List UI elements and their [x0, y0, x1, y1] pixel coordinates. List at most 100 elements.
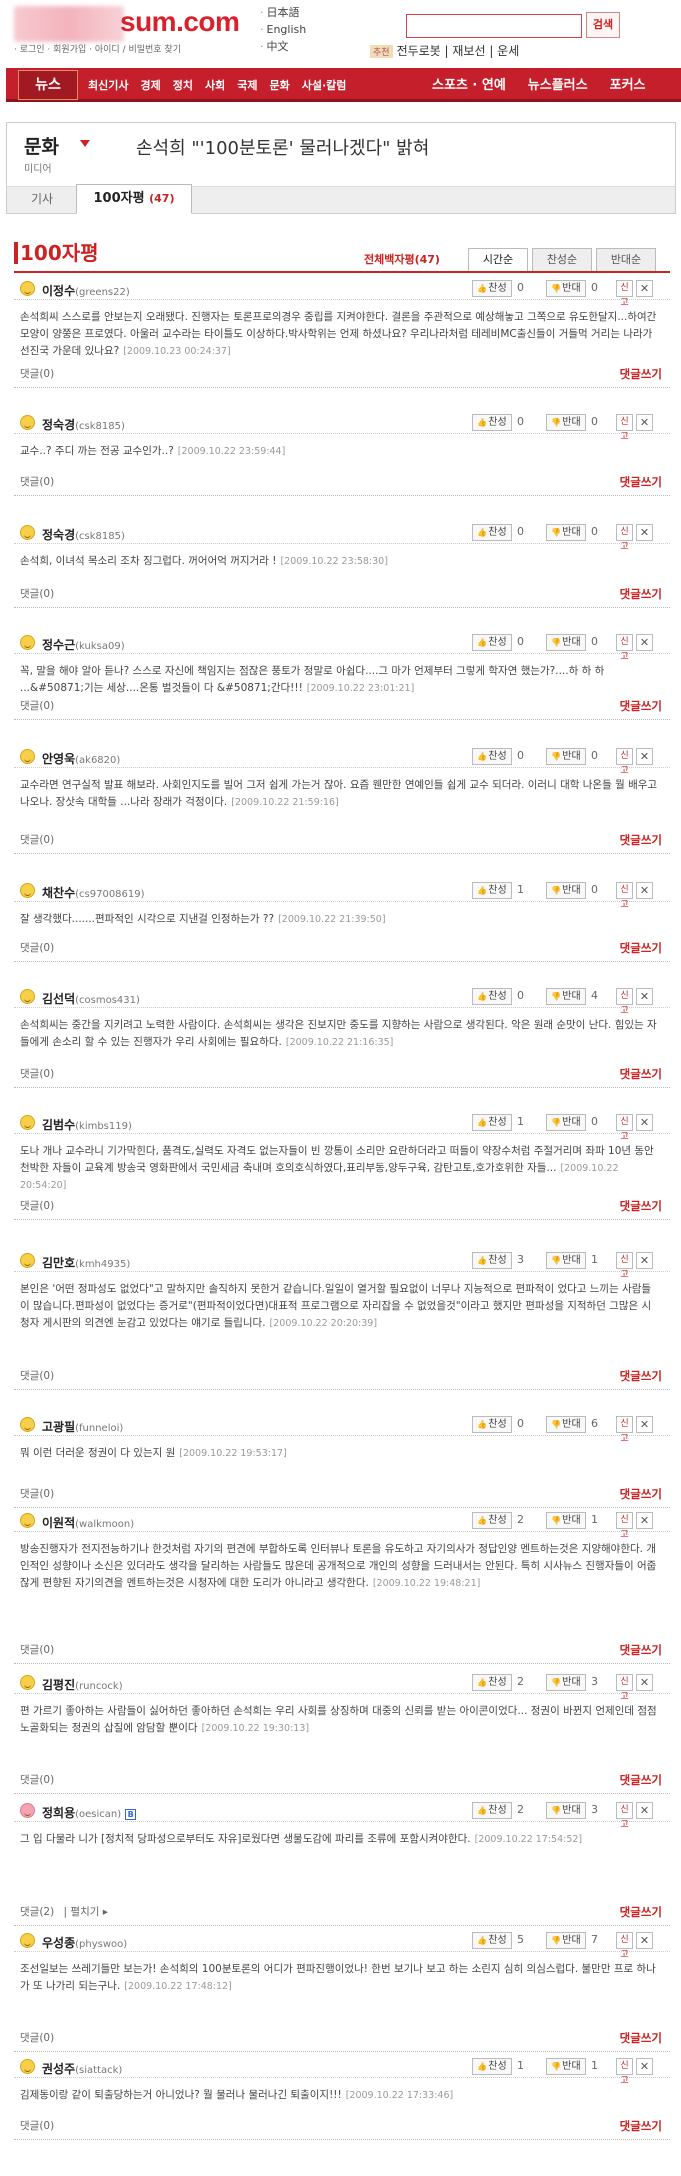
reply-count[interactable]: 댓글(0) — [20, 940, 54, 955]
write-reply-link[interactable]: 댓글쓰기 — [620, 2030, 662, 2046]
agree-button[interactable]: 찬성 — [472, 1802, 512, 1819]
write-reply-link[interactable]: 댓글쓰기 — [620, 698, 662, 714]
oppose-button[interactable]: 반대 — [546, 1802, 586, 1819]
agree-button[interactable]: 찬성 — [472, 1932, 512, 1949]
nav-item-economy[interactable]: 경제 — [140, 79, 160, 92]
report-icon[interactable]: 신고 — [616, 1252, 633, 1280]
reply-count[interactable]: 댓글(2) | 펼치기 ▸ — [20, 1904, 108, 1919]
write-reply-link[interactable]: 댓글쓰기 — [620, 2118, 662, 2134]
comment-author[interactable]: 고광필(funneloi) — [42, 1418, 123, 1435]
reply-count[interactable]: 댓글(0) — [20, 1066, 54, 1081]
agree-button[interactable]: 찬성 — [472, 1252, 512, 1269]
search-button[interactable]: 검색 — [586, 12, 620, 38]
sort-by-agree[interactable]: 찬성순 — [532, 248, 592, 272]
write-reply-link[interactable]: 댓글쓰기 — [620, 1642, 662, 1658]
report-icon[interactable]: 신고 — [616, 1416, 633, 1444]
delete-icon[interactable]: ✕ — [636, 1674, 653, 1691]
comment-author[interactable]: 김선덕(cosmos431) — [42, 990, 140, 1007]
agree-button[interactable]: 찬성 — [472, 1512, 512, 1529]
comment-author[interactable]: 채찬수(cs97008619) — [42, 884, 145, 901]
write-reply-link[interactable]: 댓글쓰기 — [620, 832, 662, 848]
write-reply-link[interactable]: 댓글쓰기 — [620, 1198, 662, 1214]
agree-button[interactable]: 찬성 — [472, 280, 512, 297]
reply-count[interactable]: 댓글(0) — [20, 1486, 54, 1501]
oppose-button[interactable]: 반대 — [546, 1416, 586, 1433]
comment-author[interactable]: 김평진(runcock) — [42, 1676, 123, 1693]
agree-button[interactable]: 찬성 — [472, 1114, 512, 1131]
comment-author[interactable]: 권성주(siattack) — [42, 2060, 122, 2077]
write-reply-link[interactable]: 댓글쓰기 — [620, 1486, 662, 1502]
site-logo[interactable]: sum.com — [120, 6, 240, 38]
comment-author[interactable]: 김범수(kimbs119) — [42, 1116, 132, 1133]
reply-count[interactable]: 댓글(0) — [20, 586, 54, 601]
agree-button[interactable]: 찬성 — [472, 1416, 512, 1433]
delete-icon[interactable]: ✕ — [636, 882, 653, 899]
top-account-links[interactable]: · 로그인 · 회원가입 · 아이디 / 비밀번호 찾기 — [14, 42, 181, 55]
nav-item-international[interactable]: 국제 — [237, 79, 257, 92]
report-icon[interactable]: 신고 — [616, 1802, 633, 1830]
write-reply-link[interactable]: 댓글쓰기 — [620, 366, 662, 382]
report-icon[interactable]: 신고 — [616, 988, 633, 1016]
reply-count[interactable]: 댓글(0) — [20, 832, 54, 847]
report-icon[interactable]: 신고 — [616, 1512, 633, 1540]
nav-item-newsplus[interactable]: 뉴스플러스 — [528, 78, 588, 93]
delete-icon[interactable]: ✕ — [636, 988, 653, 1005]
delete-icon[interactable]: ✕ — [636, 1114, 653, 1131]
nav-item-focus[interactable]: 포커스 — [610, 78, 646, 93]
lang-japanese[interactable]: 日本語 — [260, 4, 330, 21]
delete-icon[interactable]: ✕ — [636, 1802, 653, 1819]
nav-item-society[interactable]: 사회 — [205, 79, 225, 92]
comment-author[interactable]: 우성종(physwoo) — [42, 1934, 127, 1951]
comment-author[interactable]: 정숙경(csk8185) — [42, 526, 125, 543]
delete-icon[interactable]: ✕ — [636, 280, 653, 297]
agree-button[interactable]: 찬성 — [472, 882, 512, 899]
agree-button[interactable]: 찬성 — [472, 2058, 512, 2075]
comment-author[interactable]: 이원적(walkmoon) — [42, 1514, 134, 1531]
oppose-button[interactable]: 반대 — [546, 1512, 586, 1529]
blog-badge-icon[interactable]: B — [125, 1809, 137, 1820]
reply-count[interactable]: 댓글(0) — [20, 1772, 54, 1787]
comment-author[interactable]: 정숙경(csk8185) — [42, 416, 125, 433]
reply-count[interactable]: 댓글(0) — [20, 2118, 54, 2133]
write-reply-link[interactable]: 댓글쓰기 — [620, 1772, 662, 1788]
delete-icon[interactable]: ✕ — [636, 1932, 653, 1949]
nav-news-tab[interactable]: 뉴스 — [18, 70, 78, 100]
oppose-button[interactable]: 반대 — [546, 988, 586, 1005]
report-icon[interactable]: 신고 — [616, 882, 633, 910]
sort-by-oppose[interactable]: 반대순 — [596, 248, 656, 272]
oppose-button[interactable]: 반대 — [546, 634, 586, 651]
agree-button[interactable]: 찬성 — [472, 748, 512, 765]
oppose-button[interactable]: 반대 — [546, 524, 586, 541]
report-icon[interactable]: 신고 — [616, 524, 633, 552]
nav-item-latest[interactable]: 최신기사 — [88, 79, 128, 92]
report-icon[interactable]: 신고 — [616, 414, 633, 442]
reply-count[interactable]: 댓글(0) — [20, 2030, 54, 2045]
write-reply-link[interactable]: 댓글쓰기 — [620, 586, 662, 602]
nav-item-politics[interactable]: 정치 — [173, 79, 193, 92]
reply-count[interactable]: 댓글(0) — [20, 1642, 54, 1657]
sort-by-time[interactable]: 시간순 — [468, 248, 528, 272]
reply-count[interactable]: 댓글(0) — [20, 366, 54, 381]
oppose-button[interactable]: 반대 — [546, 1114, 586, 1131]
lang-english[interactable]: English — [260, 21, 330, 38]
delete-icon[interactable]: ✕ — [636, 414, 653, 431]
nav-item-editorial[interactable]: 사설·칼럼 — [302, 79, 347, 92]
oppose-button[interactable]: 반대 — [546, 1932, 586, 1949]
lang-chinese[interactable]: 中文 — [260, 38, 330, 55]
comment-author[interactable]: 이정수(greens22) — [42, 282, 130, 299]
search-suggestion-links[interactable]: 전두로봇 | 재보선 | 운세 — [397, 44, 520, 58]
agree-button[interactable]: 찬성 — [472, 1674, 512, 1691]
report-icon[interactable]: 신고 — [616, 1674, 633, 1702]
oppose-button[interactable]: 반대 — [546, 748, 586, 765]
report-icon[interactable]: 신고 — [616, 1932, 633, 1960]
report-icon[interactable]: 신고 — [616, 634, 633, 662]
delete-icon[interactable]: ✕ — [636, 524, 653, 541]
agree-button[interactable]: 찬성 — [472, 524, 512, 541]
write-reply-link[interactable]: 댓글쓰기 — [620, 474, 662, 490]
write-reply-link[interactable]: 댓글쓰기 — [620, 940, 662, 956]
oppose-button[interactable]: 반대 — [546, 414, 586, 431]
report-icon[interactable]: 신고 — [616, 280, 633, 308]
total-comments-link[interactable]: 전체백자평(47) — [364, 251, 440, 267]
write-reply-link[interactable]: 댓글쓰기 — [620, 1904, 662, 1920]
write-reply-link[interactable]: 댓글쓰기 — [620, 1368, 662, 1384]
